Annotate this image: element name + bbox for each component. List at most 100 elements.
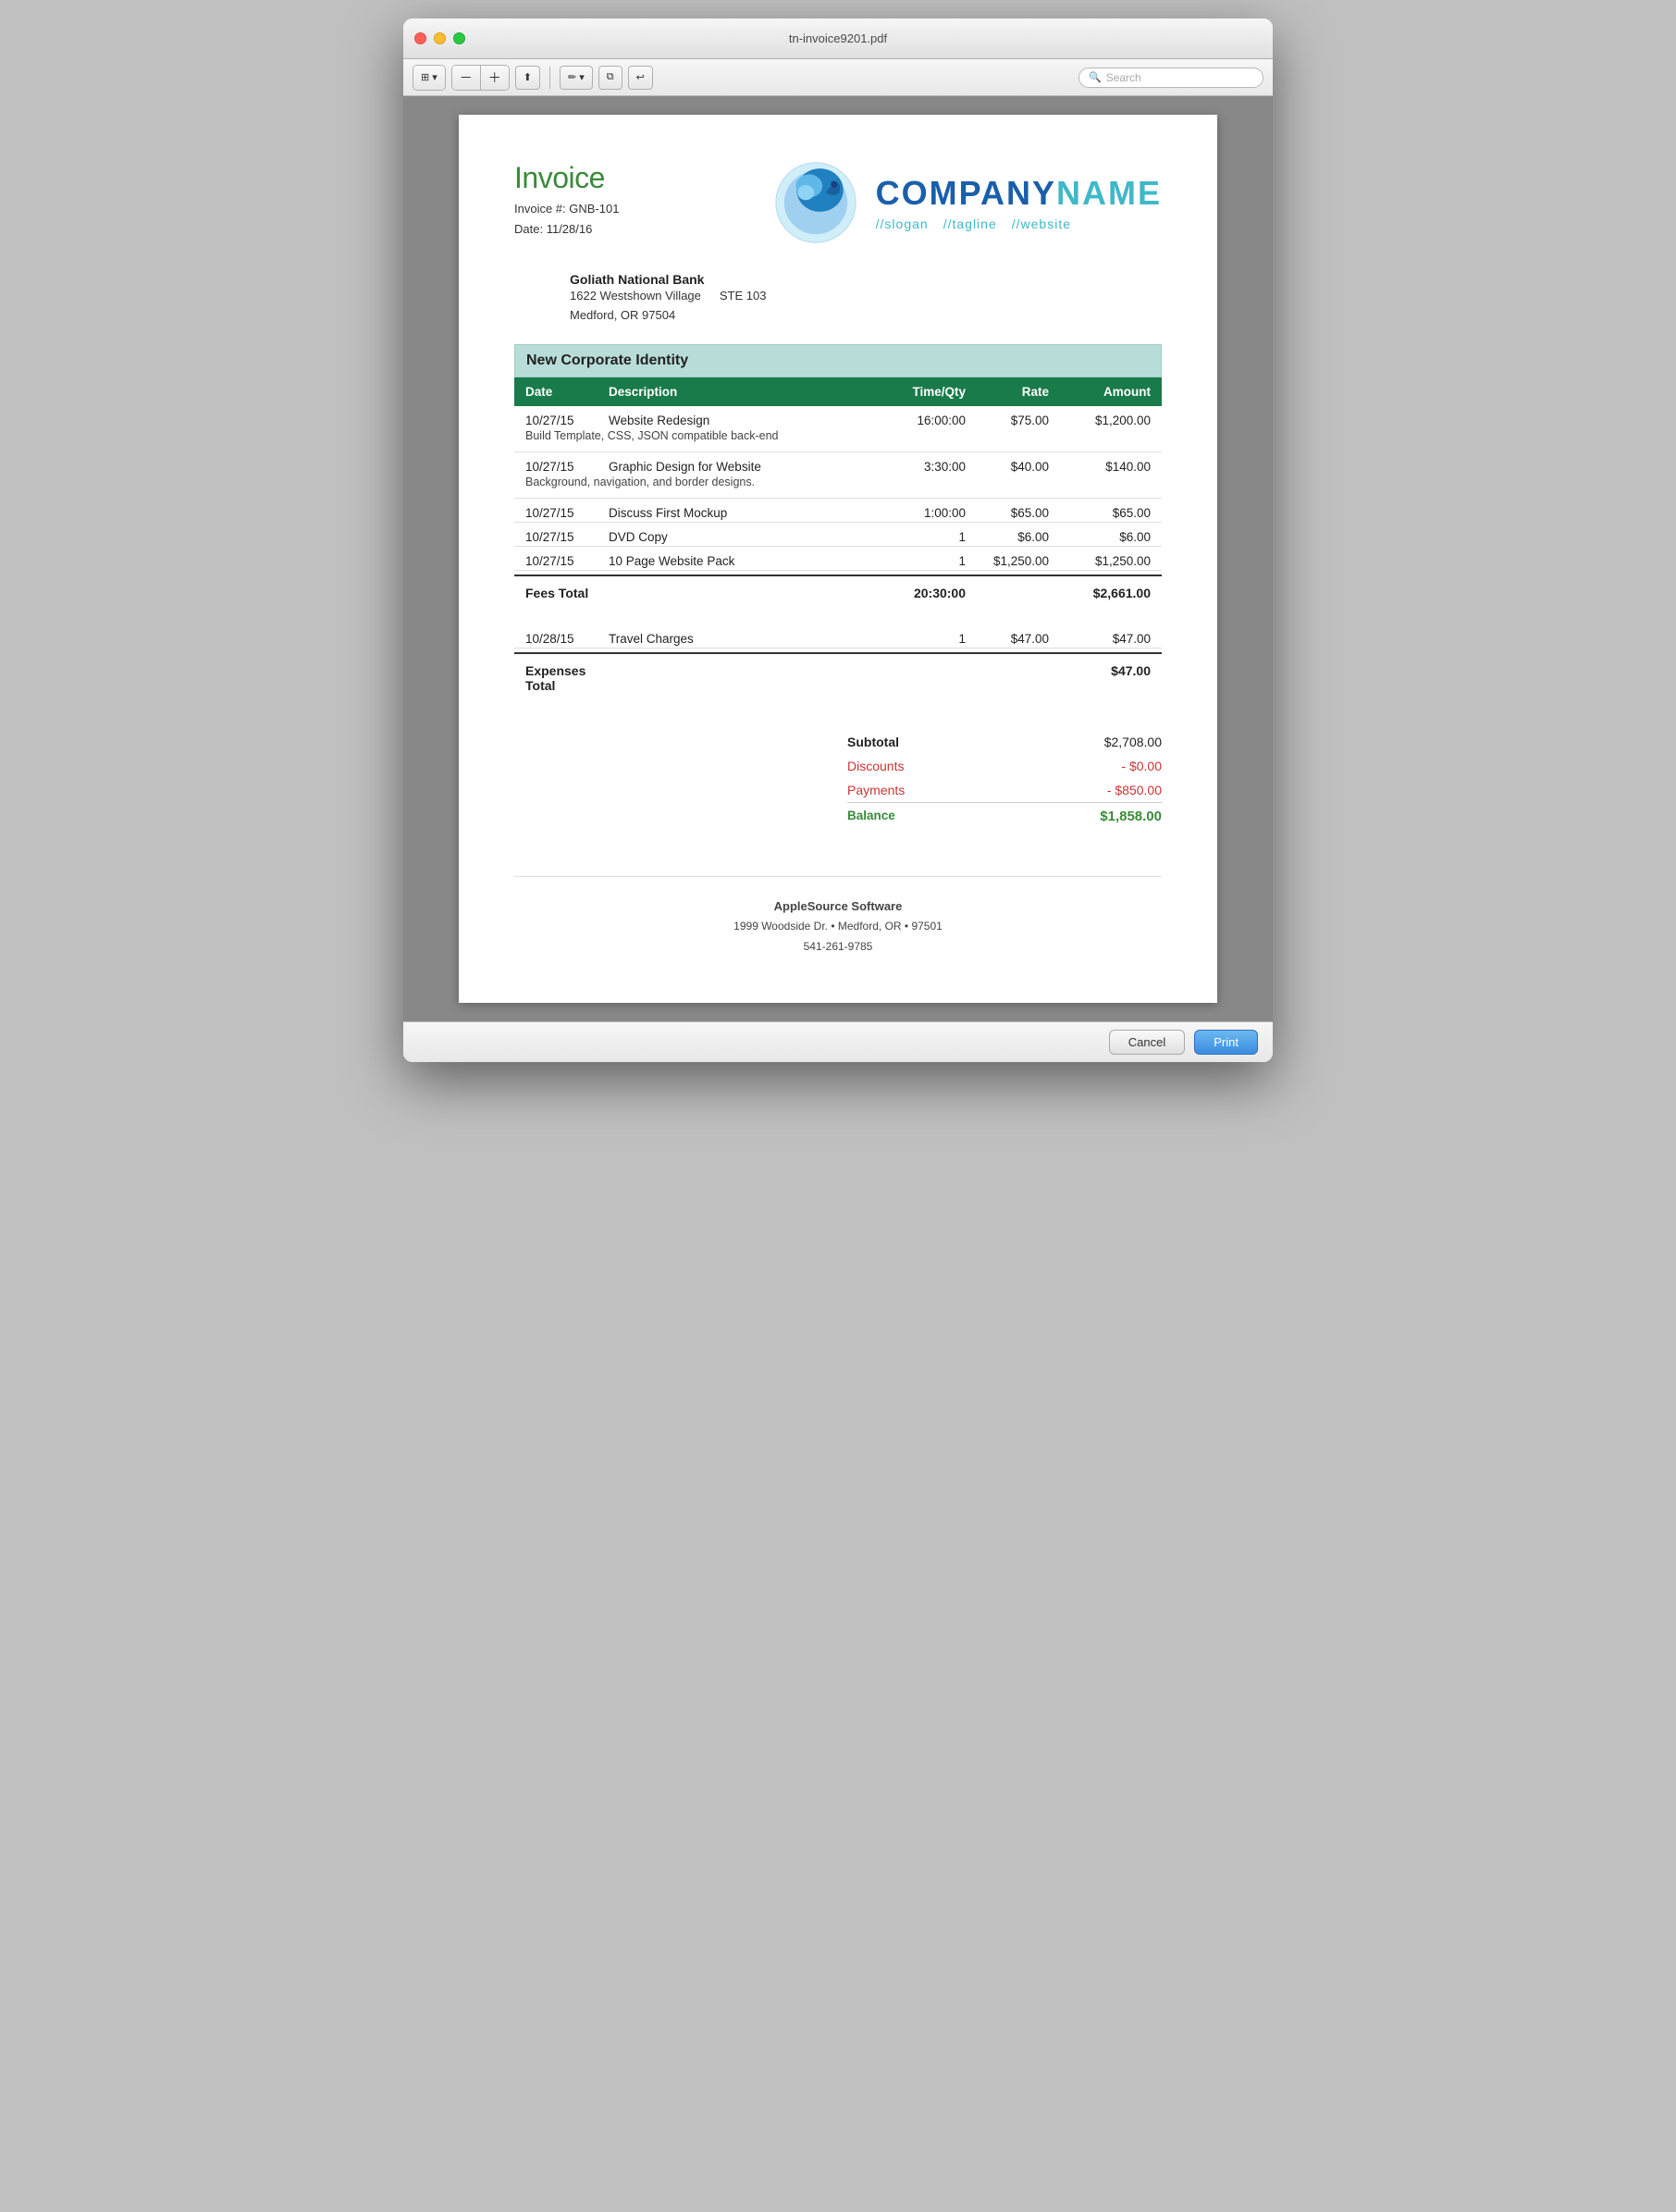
expenses-rate-spacer: [966, 663, 1049, 693]
item-subdesc-1: Background, navigation, and border desig…: [514, 476, 1162, 498]
item-amount-1: $140.00: [1049, 460, 1151, 474]
annotate-button[interactable]: ✏ ▾: [560, 66, 593, 90]
pdf-area: Invoice Invoice #: GNB-101 Date: 11/28/1…: [403, 96, 1273, 1021]
item-qty-0: 16:00:00: [873, 414, 966, 427]
invoice-meta: Invoice #: GNB-101 Date: 11/28/16: [514, 199, 619, 240]
fees-total-spacer: [609, 586, 873, 600]
subtotal-value: $2,708.00: [1104, 735, 1162, 749]
search-placeholder: Search: [1106, 71, 1141, 84]
toolbar-divider: [549, 67, 550, 89]
invoice-number-line: Invoice #: GNB-101: [514, 199, 619, 219]
item-desc-3: DVD Copy: [609, 530, 873, 544]
company-name-area: COMPANY NAME //slogan //tagline //websit…: [876, 174, 1162, 231]
item-rate-3: $6.00: [966, 530, 1049, 544]
bill-to-city: Medford, OR 97504: [570, 306, 1162, 326]
zoom-in-button[interactable]: ＋: [481, 66, 509, 90]
expenses-total-label: Expenses Total: [525, 663, 609, 693]
invoice-header: Invoice Invoice #: GNB-101 Date: 11/28/1…: [514, 161, 1162, 244]
print-button[interactable]: Print: [1194, 1030, 1258, 1055]
invoice-section: New Corporate Identity Date Description …: [514, 344, 1162, 702]
window-title: tn-invoice9201.pdf: [789, 31, 887, 45]
line-item-3: 10/27/15 DVD Copy 1 $6.00 $6.00: [514, 523, 1162, 547]
line-item-2: 10/27/15 Discuss First Mockup 1:00:00 $6…: [514, 499, 1162, 523]
line-item-0: 10/27/15 Website Redesign 16:00:00 $75.0…: [514, 406, 1162, 452]
balance-row: Balance $1,858.00: [847, 802, 1162, 830]
expenses-total-row: Expenses Total $47.00: [514, 652, 1162, 702]
line-item-row-3: 10/27/15 DVD Copy 1 $6.00 $6.00: [514, 523, 1162, 546]
traffic-lights: [414, 32, 465, 44]
invoice-footer: AppleSource Software 1999 Woodside Dr. •…: [514, 876, 1162, 958]
payments-row: Payments - $850.00: [847, 778, 1162, 802]
sidebar-toggle-group[interactable]: ⊞ ▾: [413, 65, 446, 91]
summary-area: Subtotal $2,708.00 Discounts - $0.00 Pay…: [514, 721, 1162, 830]
bill-to-name: Goliath National Bank: [570, 272, 1162, 287]
th-time-qty: Time/Qty: [873, 385, 966, 399]
zoom-group[interactable]: － ＋: [451, 65, 510, 91]
copy-button[interactable]: ⧉: [598, 66, 622, 90]
line-item-1: 10/27/15 Graphic Design for Website 3:30…: [514, 452, 1162, 499]
item-subdesc-0: Build Template, CSS, JSON compatible bac…: [514, 429, 1162, 451]
close-button[interactable]: [414, 32, 426, 44]
line-item-4: 10/27/15 10 Page Website Pack 1 $1,250.0…: [514, 547, 1162, 571]
item-date-0: 10/27/15: [525, 414, 609, 427]
invoice-number-value: GNB-101: [569, 202, 619, 216]
invoice-page: Invoice Invoice #: GNB-101 Date: 11/28/1…: [459, 115, 1217, 1003]
share-button[interactable]: ⬆: [515, 66, 540, 90]
expense-desc-0: Travel Charges: [609, 632, 873, 646]
invoice-left: Invoice Invoice #: GNB-101 Date: 11/28/1…: [514, 161, 619, 240]
item-date-2: 10/27/15: [525, 506, 609, 520]
cancel-button[interactable]: Cancel: [1109, 1030, 1185, 1055]
bill-to-address: 1622 Westshown Village STE 103 Medford, …: [570, 287, 1162, 326]
minimize-button[interactable]: [434, 32, 446, 44]
item-qty-3: 1: [873, 530, 966, 544]
expense-amount-0: $47.00: [1049, 632, 1151, 646]
rotate-button[interactable]: ↩: [628, 66, 653, 90]
item-rate-0: $75.00: [966, 414, 1049, 427]
section-divider: [514, 610, 1162, 624]
expenses-total-amount: $47.00: [1049, 663, 1151, 693]
line-item-row-0: 10/27/15 Website Redesign 16:00:00 $75.0…: [514, 406, 1162, 429]
invoice-date-line: Date: 11/28/16: [514, 219, 619, 240]
zoom-out-button[interactable]: －: [452, 66, 481, 90]
invoice-right: COMPANY NAME //slogan //tagline //websit…: [774, 161, 1162, 244]
company-slogan: //slogan //tagline //website: [876, 216, 1162, 231]
subtotal-label: Subtotal: [847, 735, 899, 749]
footer-address: 1999 Woodside Dr. • Medford, OR • 97501: [514, 917, 1162, 937]
line-item-row-4: 10/27/15 10 Page Website Pack 1 $1,250.0…: [514, 547, 1162, 570]
invoice-number-label: Invoice #:: [514, 202, 566, 216]
payments-value: - $850.00: [1107, 783, 1162, 797]
item-qty-1: 3:30:00: [873, 460, 966, 474]
sidebar-icon: ⊞: [421, 71, 429, 83]
fees-total-time: 20:30:00: [873, 586, 966, 600]
invoice-date-value: 11/28/16: [547, 222, 593, 236]
th-date: Date: [525, 385, 609, 399]
search-icon: 🔍: [1089, 71, 1102, 83]
slogan3: //website: [1012, 216, 1071, 231]
item-rate-2: $65.00: [966, 506, 1049, 520]
th-amount: Amount: [1049, 385, 1151, 399]
item-amount-3: $6.00: [1049, 530, 1151, 544]
item-date-4: 10/27/15: [525, 554, 609, 568]
maximize-button[interactable]: [453, 32, 465, 44]
discounts-value: - $0.00: [1121, 759, 1162, 773]
company-name-part2: NAME: [1056, 174, 1162, 213]
fees-total-rate-spacer: [966, 586, 1049, 600]
share-icon: ⬆: [524, 71, 532, 83]
sidebar-toggle-button[interactable]: ⊞ ▾: [413, 66, 445, 90]
section-header: New Corporate Identity: [514, 344, 1162, 377]
expense-date-0: 10/28/15: [525, 632, 609, 646]
summary-table: Subtotal $2,708.00 Discounts - $0.00 Pay…: [847, 730, 1162, 830]
fees-total-amount: $2,661.00: [1049, 586, 1151, 600]
company-name-line: COMPANY NAME: [876, 174, 1162, 213]
item-rate-1: $40.00: [966, 460, 1049, 474]
search-box[interactable]: 🔍 Search: [1078, 68, 1263, 88]
balance-value: $1,858.00: [1100, 809, 1162, 824]
discounts-row: Discounts - $0.00: [847, 754, 1162, 778]
th-description: Description: [609, 385, 873, 399]
zoom-out-icon: －: [460, 68, 473, 87]
expense-item-0: 10/28/15 Travel Charges 1 $47.00 $47.00: [514, 624, 1162, 649]
item-qty-4: 1: [873, 554, 966, 568]
item-amount-0: $1,200.00: [1049, 414, 1151, 427]
zoom-in-icon: ＋: [488, 68, 501, 87]
toolbar: ⊞ ▾ － ＋ ⬆ ✏ ▾ ⧉ ↩ 🔍 Search: [403, 59, 1273, 96]
